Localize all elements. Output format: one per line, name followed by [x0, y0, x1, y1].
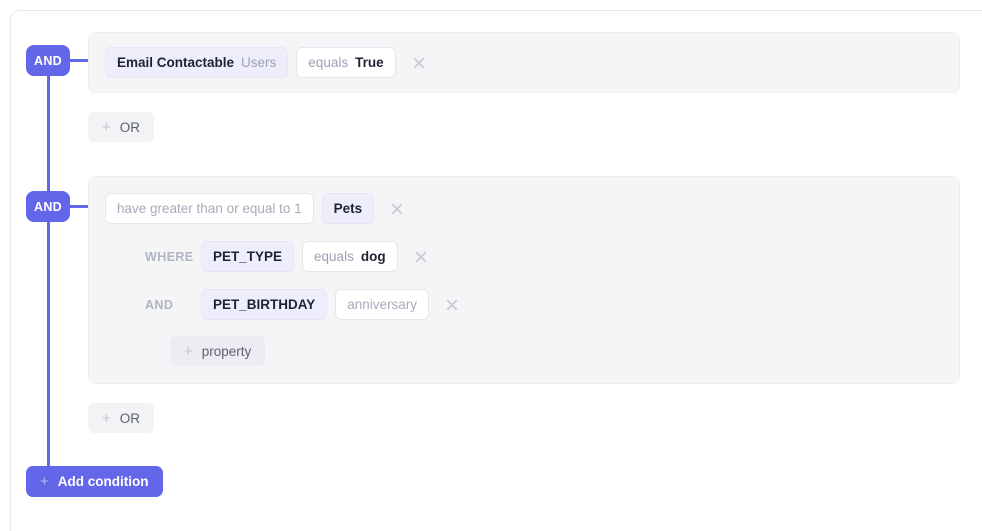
group-operator-label-1: AND	[34, 54, 62, 68]
condition-property-chip[interactable]: PET_BIRTHDAY	[201, 289, 327, 320]
condition-operator-chip[interactable]: anniversary	[335, 289, 429, 320]
condition-property-name: Email Contactable	[117, 55, 234, 70]
add-or-button[interactable]: + OR	[88, 112, 154, 142]
condition-property-name: PET_BIRTHDAY	[213, 297, 315, 312]
condition-property-object: Users	[241, 55, 276, 70]
condition-row: WHERE PET_TYPE equals dog	[105, 241, 943, 272]
condition-value-label: dog	[361, 249, 386, 264]
add-or-button-label: OR	[120, 411, 140, 426]
condition-operator-chip[interactable]: equals True	[296, 47, 395, 78]
add-or-button-label: OR	[120, 120, 140, 135]
condition-panel-1: Email Contactable Users equals True	[88, 32, 960, 93]
or-button-group-2-wrap: + OR	[88, 403, 154, 433]
add-or-button[interactable]: + OR	[88, 403, 154, 433]
plus-icon: +	[102, 411, 111, 426]
add-property-button-label: property	[202, 344, 252, 359]
plus-icon: +	[184, 344, 193, 359]
add-property-wrap: + property	[105, 336, 943, 366]
add-property-button[interactable]: + property	[170, 336, 265, 366]
condition-property-chip[interactable]: PET_TYPE	[201, 241, 294, 272]
or-button-group-1-wrap: + OR	[88, 112, 154, 142]
query-builder-screen: AND Email Contactable Users equals True …	[0, 0, 982, 531]
condition-property-chip[interactable]: Email Contactable Users	[105, 47, 288, 78]
plus-icon: +	[40, 474, 49, 489]
close-icon[interactable]	[410, 54, 428, 72]
condition-row: Email Contactable Users equals True	[105, 47, 943, 78]
condition-row: AND PET_BIRTHDAY anniversary	[105, 289, 943, 320]
condition-property-name: PET_TYPE	[213, 249, 282, 264]
condition-operator-label: equals	[308, 55, 348, 70]
condition-operator-chip[interactable]: have greater than or equal to 1	[105, 193, 314, 224]
condition-row-keyword: AND	[145, 298, 193, 312]
condition-object-name: Pets	[334, 201, 363, 216]
condition-operator-label: equals	[314, 249, 354, 264]
condition-object-chip[interactable]: Pets	[322, 193, 375, 224]
condition-value-label: anniversary	[347, 297, 417, 312]
group-operator-badge-2[interactable]: AND	[26, 191, 70, 222]
condition-row-keyword: WHERE	[145, 250, 193, 264]
condition-value-label: have greater than or equal to 1	[117, 201, 302, 216]
condition-panel-2: have greater than or equal to 1 Pets WHE…	[88, 176, 960, 384]
condition-operator-chip[interactable]: equals dog	[302, 241, 398, 272]
add-condition-button[interactable]: + Add condition	[26, 466, 163, 497]
close-icon[interactable]	[412, 248, 430, 266]
close-icon[interactable]	[388, 200, 406, 218]
add-condition-button-label: Add condition	[58, 474, 149, 489]
close-icon[interactable]	[443, 296, 461, 314]
condition-value-label: True	[355, 55, 384, 70]
group-operator-label-2: AND	[34, 200, 62, 214]
plus-icon: +	[102, 120, 111, 135]
group-connector-line	[47, 60, 50, 472]
condition-row: have greater than or equal to 1 Pets	[105, 193, 943, 224]
group-operator-badge-1[interactable]: AND	[26, 45, 70, 76]
